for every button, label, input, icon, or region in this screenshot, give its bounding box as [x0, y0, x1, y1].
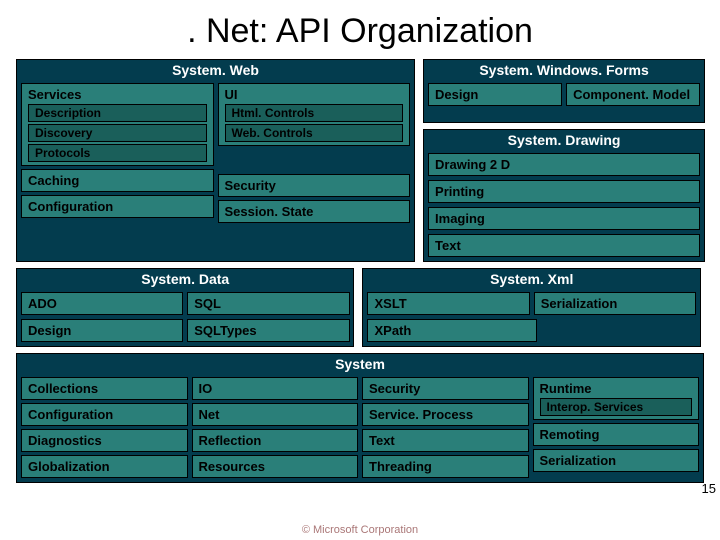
panel-title-system-web: System. Web	[17, 60, 414, 80]
label-runtime: Runtime	[540, 381, 592, 396]
cell-xml-serialization: Serialization	[534, 292, 696, 315]
row-mid: System. Data ADO SQL Design SQLTypes Sys…	[16, 268, 704, 347]
cell-drawing2d: Drawing 2 D	[428, 153, 700, 176]
panel-system: System Collections Configuration Diagnos…	[16, 353, 704, 483]
cell-sys-configuration: Configuration	[21, 403, 188, 426]
cell-ui: UI Html. Controls Web. Controls	[218, 83, 411, 146]
cell-reflection: Reflection	[192, 429, 359, 452]
cell-diagnostics: Diagnostics	[21, 429, 188, 452]
label-services: Services	[28, 87, 82, 102]
cell-sys-text: Text	[362, 429, 529, 452]
cell-design-swf: Design	[428, 83, 562, 106]
cell-discovery: Discovery	[28, 124, 207, 142]
cell-webcontrols: Web. Controls	[225, 124, 404, 142]
cell-imaging: Imaging	[428, 207, 700, 230]
panel-title-data: System. Data	[17, 269, 353, 289]
cell-globalization: Globalization	[21, 455, 188, 478]
cell-data-design: Design	[21, 319, 183, 342]
cell-caching: Caching	[21, 169, 214, 192]
cell-sessionstate: Session. State	[218, 200, 411, 223]
cell-remoting: Remoting	[533, 423, 700, 446]
cell-services: Services Description Discovery Protocols	[21, 83, 214, 166]
slide-title: . Net: API Organization	[16, 12, 704, 51]
label-ui: UI	[225, 87, 238, 102]
cell-serviceprocess: Service. Process	[362, 403, 529, 426]
panel-title-swf: System. Windows. Forms	[424, 60, 704, 80]
cell-interopservices: Interop. Services	[540, 398, 693, 416]
cell-sqltypes: SQLTypes	[187, 319, 349, 342]
cell-collections: Collections	[21, 377, 188, 400]
cell-ado: ADO	[21, 292, 183, 315]
cell-printing: Printing	[428, 180, 700, 203]
cell-threading: Threading	[362, 455, 529, 478]
cell-sql: SQL	[187, 292, 349, 315]
panel-system-data: System. Data ADO SQL Design SQLTypes	[16, 268, 354, 347]
row-top: System. Web Services Description Discove…	[16, 59, 704, 262]
cell-sys-security: Security	[362, 377, 529, 400]
cell-componentmodel: Component. Model	[566, 83, 700, 106]
cell-text-drawing: Text	[428, 234, 700, 257]
cell-runtime: Runtime Interop. Services	[533, 377, 700, 420]
page-number: 15	[702, 481, 716, 496]
cell-protocols: Protocols	[28, 144, 207, 162]
slide: . Net: API Organization System. Web Serv…	[0, 0, 720, 540]
cell-resources: Resources	[192, 455, 359, 478]
panel-system-windows-forms: System. Windows. Forms Design Component.…	[423, 59, 705, 123]
panel-system-xml: System. Xml XSLT Serialization XPath	[362, 268, 700, 347]
cell-security: Security	[218, 174, 411, 197]
panel-system-web: System. Web Services Description Discove…	[16, 59, 415, 262]
cell-htmlcontrols: Html. Controls	[225, 104, 404, 122]
panel-title-system: System	[17, 354, 703, 374]
panel-system-drawing: System. Drawing Drawing 2 D Printing Ima…	[423, 129, 705, 262]
cell-xpath: XPath	[367, 319, 536, 342]
panel-title-xml: System. Xml	[363, 269, 699, 289]
panel-title-drawing: System. Drawing	[424, 130, 704, 150]
cell-net: Net	[192, 403, 359, 426]
cell-xslt: XSLT	[367, 292, 529, 315]
cell-sys-serialization: Serialization	[533, 449, 700, 472]
cell-description: Description	[28, 104, 207, 122]
cell-configuration: Configuration	[21, 195, 214, 218]
cell-io: IO	[192, 377, 359, 400]
